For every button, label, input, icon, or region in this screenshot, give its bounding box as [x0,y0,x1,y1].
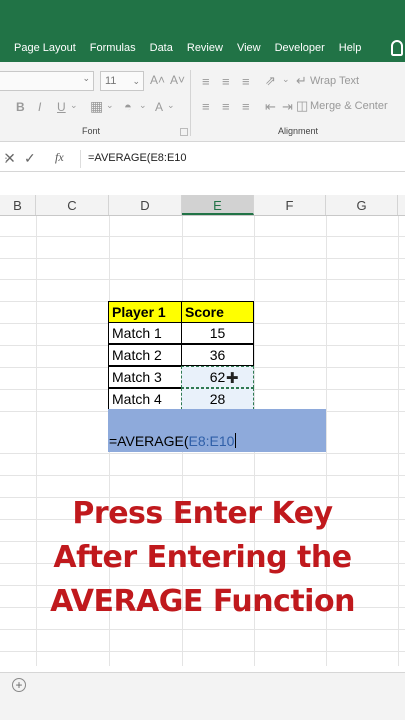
align-bottom-icon[interactable]: ≡ [242,74,250,89]
chevron-down-icon[interactable]: ⌄ [167,100,175,111]
grid-line [0,629,405,630]
borders-icon[interactable]: ▦ [90,98,103,115]
caption-line: After Entering the [53,540,352,575]
column-header-c[interactable]: C [36,195,109,215]
insert-function-button[interactable]: fx [55,150,64,165]
instruction-caption: Press Enter Key After Entering the AVERA… [0,492,405,624]
tab-help[interactable]: Help [339,38,362,60]
underline-button[interactable]: U [57,100,66,114]
tab-view[interactable]: View [237,38,261,60]
merge-icon[interactable]: ◫ [296,98,308,114]
grid-line [0,651,405,652]
table-header-score[interactable]: Score [181,301,254,323]
excel-window: Page Layout Formulas Data Review View De… [0,0,405,720]
table-cell-score[interactable]: 36 [181,344,254,366]
table-cell-match[interactable]: Match 1 [108,322,182,344]
formula-bar: ⋮ ✕ ✓ fx =AVERAGE(E8:E10 [0,146,405,172]
align-middle-icon[interactable]: ≡ [222,74,230,89]
ribbon-tabs: Page Layout Formulas Data Review View De… [0,38,361,60]
check-icon[interactable]: ✓ [24,150,36,167]
chevron-down-icon[interactable]: ⌄ [70,100,78,111]
align-center-icon[interactable]: ≡ [222,99,230,114]
font-name-dropdown[interactable]: ⌄ [0,71,94,91]
chevron-down-icon: ⌄ [132,76,140,86]
formula-input[interactable]: =AVERAGE(E8:E10 [88,152,187,164]
wrap-text-icon[interactable]: ↵ [296,73,307,89]
editing-formula: =AVERAGE(E8:E10 [109,433,237,449]
table-cell-match[interactable]: Match 3 [108,366,182,388]
font-group-label: Font [82,126,101,136]
bold-button[interactable]: B [16,100,25,114]
align-top-icon[interactable]: ≡ [202,74,210,89]
grid-line [0,453,405,454]
font-dialog-launcher-icon[interactable] [180,128,188,136]
ribbon-tab-bar: Page Layout Formulas Data Review View De… [0,0,405,62]
column-headers: B C D E F G [0,195,405,216]
cancel-icon[interactable]: ✕ [4,150,16,167]
increase-indent-icon[interactable]: ⇥ [282,99,293,115]
formula-prefix: =AVERAGE( [109,433,189,449]
tab-formulas[interactable]: Formulas [90,38,136,60]
alignment-group-label: Alignment [278,126,319,136]
align-left-icon[interactable]: ≡ [202,99,210,114]
tab-developer[interactable]: Developer [275,38,325,60]
lightbulb-icon[interactable] [391,40,403,56]
table-cell-score[interactable]: 62 [181,366,254,388]
chevron-down-icon: ⌄ [82,73,90,83]
font-size-value: 11 [105,75,117,87]
column-header-g[interactable]: G [326,195,398,215]
formula-reference: E8:E10 [188,433,235,449]
table-cell-match[interactable]: Match 4 [108,388,182,410]
ribbon-home: ⌄ 11 ⌄ A˄ A˅ B I U ⌄ ▦ ⌄ ◓ ⌄ A ⌄ Font ≡ … [0,62,405,142]
tab-data[interactable]: Data [150,38,173,60]
chevron-down-icon[interactable]: ⌄ [139,100,147,111]
shrink-font-button[interactable]: A˅ [170,73,185,87]
font-color-icon[interactable]: A [155,100,163,114]
chevron-down-icon[interactable]: ⌄ [282,74,290,85]
sheet-tab-bar: + [0,672,405,720]
add-sheet-icon[interactable]: + [12,678,26,692]
orientation-icon[interactable]: ⇗ [265,73,276,89]
grid-line [0,258,405,259]
table-cell-match[interactable]: Match 2 [108,344,182,366]
formula-bar-divider [80,150,81,168]
merge-center-button[interactable]: Merge & Center [310,100,388,112]
caption-line: Press Enter Key [72,496,333,531]
table-cell-score[interactable]: 28 [181,388,254,410]
column-header-b[interactable]: B [0,195,36,215]
grid-line [0,236,405,237]
column-header-e[interactable]: E [182,195,254,215]
fill-color-icon[interactable]: ◓ [124,99,132,114]
decrease-indent-icon[interactable]: ⇤ [265,99,276,115]
editing-cell[interactable]: =AVERAGE(E8:E10 [108,409,326,452]
tab-page-layout[interactable]: Page Layout [14,38,76,60]
column-header-d[interactable]: D [109,195,182,215]
caption-line: AVERAGE Function [50,584,355,619]
grid-line [0,279,405,280]
table-cell-score[interactable]: 15 [181,322,254,344]
group-divider [190,70,191,136]
cursor-cross-icon: ✚ [226,370,239,387]
align-right-icon[interactable]: ≡ [242,99,250,114]
wrap-text-button[interactable]: Wrap Text [310,75,359,87]
text-cursor [235,433,237,448]
grow-font-button[interactable]: A˄ [150,73,165,87]
column-header-f[interactable]: F [254,195,326,215]
italic-button[interactable]: I [38,100,41,114]
table-header-player[interactable]: Player 1 [108,301,182,323]
chevron-down-icon[interactable]: ⌄ [106,100,114,111]
tab-review[interactable]: Review [187,38,223,60]
grid-line [0,475,405,476]
font-size-dropdown[interactable]: 11 ⌄ [100,71,144,91]
